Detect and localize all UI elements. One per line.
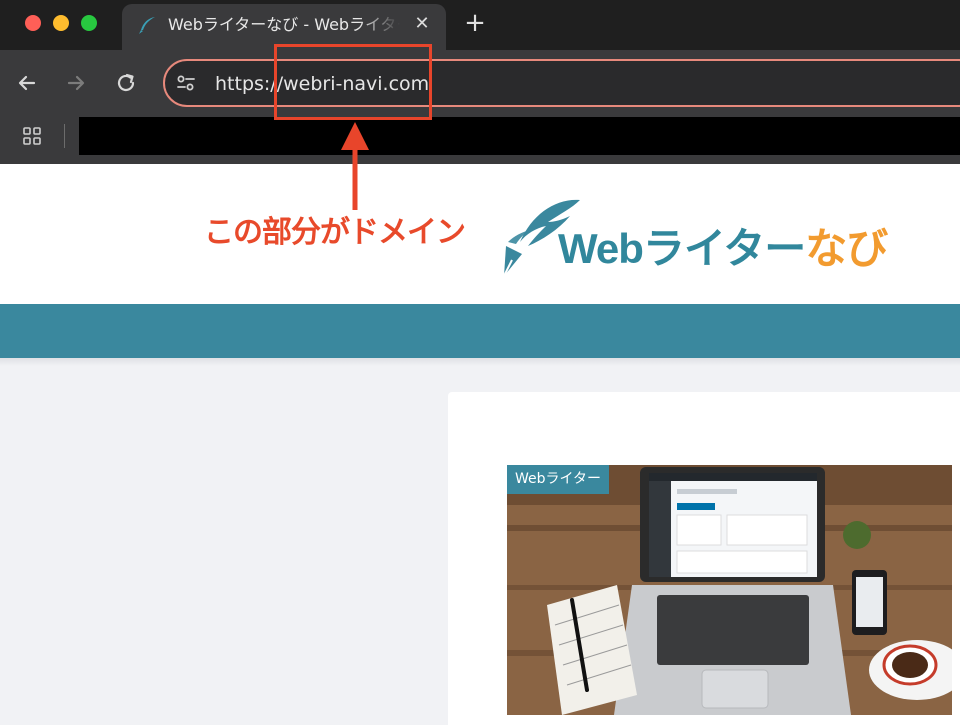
global-nav-bar	[0, 304, 960, 358]
annotation-label: この部分がドメイン	[204, 215, 466, 250]
arrow-right-icon[interactable]	[63, 70, 89, 96]
quill-pen-icon	[139, 17, 155, 34]
title-bar: Webライターなび - Webライターなび ✕ +	[0, 0, 960, 50]
tab-title: Webライターなび - Webライターなび	[168, 15, 400, 34]
tune-icon[interactable]	[175, 72, 197, 94]
apps-grid-icon[interactable]	[22, 126, 42, 146]
nav-shadow	[0, 358, 960, 366]
arrow-left-icon[interactable]	[14, 70, 40, 96]
category-label[interactable]: Webライター	[507, 465, 609, 494]
site-logo[interactable]: Webライターなび	[496, 194, 888, 282]
domain-highlight-box	[274, 44, 432, 120]
redacted-bookmarks	[79, 117, 960, 155]
logo-wordmark: Webライターなび	[558, 222, 888, 276]
minimize-window-button[interactable]	[53, 15, 69, 31]
bookmarks-divider	[64, 124, 65, 148]
browser-toolbar: https://webri-navi.com	[0, 50, 960, 116]
close-window-button[interactable]	[25, 15, 41, 31]
arrow-up-icon	[341, 122, 369, 210]
logo-text-main: Webライター	[558, 225, 806, 272]
logo-text-accent: なび	[805, 225, 888, 272]
reload-icon[interactable]	[113, 70, 139, 96]
tab-close-button[interactable]: ✕	[410, 12, 434, 36]
zoom-window-button[interactable]	[81, 15, 97, 31]
post-thumbnail[interactable]	[507, 465, 952, 715]
new-tab-button[interactable]: +	[462, 10, 488, 36]
